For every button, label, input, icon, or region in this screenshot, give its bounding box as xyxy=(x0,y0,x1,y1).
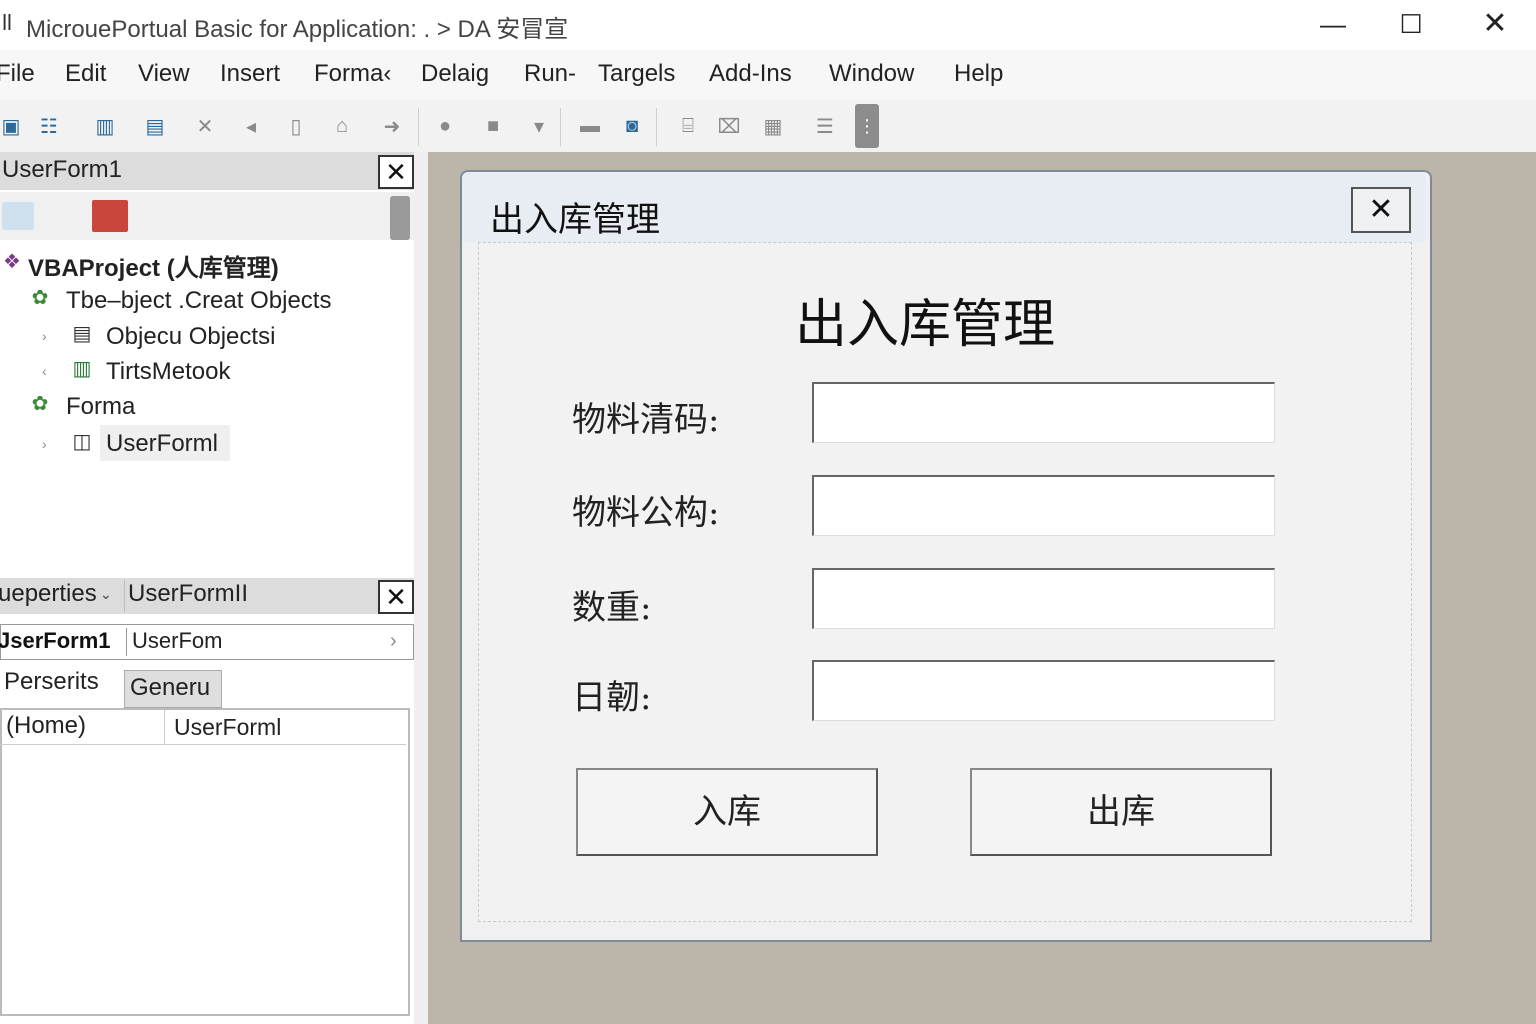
property-name: (Home) xyxy=(6,712,87,739)
vba-app-icon[interactable]: ıll xyxy=(0,10,12,36)
menu-help[interactable]: Help xyxy=(954,60,1003,88)
window-title: MicrouePortual Basic for Application: . … xyxy=(26,16,569,43)
reset-icon[interactable]: ▾ xyxy=(524,112,554,140)
menu-edit[interactable]: Edit xyxy=(65,60,106,88)
menu-format[interactable]: Forma‹ xyxy=(314,60,391,88)
sheet-icon: ▤ xyxy=(72,323,92,345)
date-label: 日韌: xyxy=(572,678,652,718)
properties-grid xyxy=(0,708,410,1016)
tree-node-userform[interactable]: UserForml xyxy=(106,430,218,458)
menu-view[interactable]: View xyxy=(138,60,190,88)
material-code-label: 物料清码: xyxy=(572,400,720,440)
forms-folder-icon: ✿ xyxy=(31,393,49,415)
insert-userform-icon[interactable]: ☷ xyxy=(34,112,64,140)
properties-title: ueperties xyxy=(0,580,97,607)
form-heading: 出入库管理 xyxy=(794,296,1055,354)
properties-icon[interactable]: ⌸ xyxy=(673,112,703,140)
toolbox-icon[interactable]: ▦ xyxy=(758,112,788,140)
expand-arrow-icon[interactable]: › xyxy=(42,328,47,344)
align-icon[interactable]: ☰ xyxy=(810,112,840,140)
project-explorer-toolbar xyxy=(0,192,414,240)
tree-node-forms-folder[interactable]: Forma xyxy=(66,393,135,421)
menu-debug[interactable]: Delaig xyxy=(421,60,489,88)
object-selector-type: UserFom xyxy=(132,628,223,653)
menu-tools[interactable]: Targels xyxy=(598,60,675,88)
menu-window[interactable]: Window xyxy=(829,60,914,88)
object-selector-name: JserForm1 xyxy=(0,628,111,653)
property-value[interactable]: UserForml xyxy=(174,714,281,741)
vba-project-icon: ❖ xyxy=(3,251,21,273)
toolbar-separator xyxy=(560,108,561,146)
tree-node-sheet[interactable]: Objecu Objectsi xyxy=(106,323,275,351)
properties-close-button[interactable]: ✕ xyxy=(378,580,414,614)
undo-icon[interactable]: ◂ xyxy=(236,112,266,140)
paste-icon[interactable]: ⌂ xyxy=(327,112,357,140)
toolbar-separator xyxy=(656,108,657,146)
design-mode-icon[interactable]: ▬ xyxy=(575,112,605,140)
copy-icon[interactable]: ▯ xyxy=(281,112,311,140)
stock-in-button[interactable]: 入库 xyxy=(576,768,878,856)
menu-addins[interactable]: Add-Ins xyxy=(709,60,792,88)
break-icon[interactable]: ■ xyxy=(478,112,508,140)
material-code-input[interactable] xyxy=(812,382,1275,443)
toolbar-separator xyxy=(418,108,419,146)
project-explorer-title: UserForm1 xyxy=(2,156,123,183)
view-excel-icon[interactable]: ▣ xyxy=(0,112,26,140)
tree-root-vbaproject[interactable]: VBAProject (人库管理) xyxy=(28,248,279,283)
quantity-input[interactable] xyxy=(812,568,1275,629)
chevron-down-icon[interactable]: ⌄ xyxy=(100,586,112,603)
maximize-button[interactable]: ☐ xyxy=(1371,4,1451,44)
workbook-icon: ▥ xyxy=(72,358,92,380)
header-divider xyxy=(124,580,125,612)
tab-categorized-label: Generu xyxy=(130,674,211,701)
userform-close-button[interactable]: ✕ xyxy=(1351,187,1411,233)
tab-alphabetic[interactable]: Perserits xyxy=(4,668,99,696)
userform-window-title: 出入库管理 xyxy=(490,201,660,239)
menu-file[interactable]: File xyxy=(0,60,35,88)
redo-icon[interactable]: ➜ xyxy=(377,112,407,140)
view-object-icon[interactable] xyxy=(92,200,128,232)
project-explorer-icon[interactable]: ◙ xyxy=(617,112,647,140)
folder-icon: ✿ xyxy=(31,287,49,309)
date-input[interactable] xyxy=(812,660,1275,721)
quantity-label: 数重: xyxy=(572,588,652,628)
save-icon[interactable]: ▥ xyxy=(90,112,120,140)
workspace-splitter[interactable] xyxy=(414,152,428,1024)
menu-run[interactable]: Run- xyxy=(524,60,576,88)
expand-arrow-icon[interactable]: › xyxy=(42,436,47,452)
material-spec-input[interactable] xyxy=(812,475,1275,536)
menu-insert[interactable]: Insert xyxy=(220,60,280,88)
properties-form-name: UserFormII xyxy=(128,580,248,607)
property-column-divider xyxy=(164,710,165,744)
project-toolbar-grip[interactable] xyxy=(390,196,410,240)
material-spec-label: 物料公构: xyxy=(572,493,720,533)
minimize-button[interactable]: — xyxy=(1293,4,1373,44)
cut-icon[interactable]: ✕ xyxy=(190,112,220,140)
tree-node-objects-folder[interactable]: Tbe–bject .Creat Objects xyxy=(66,287,331,315)
project-explorer-close-button[interactable]: ✕ xyxy=(378,155,414,189)
run-icon[interactable]: ● xyxy=(430,112,460,140)
save-as-icon[interactable]: ▤ xyxy=(140,112,170,140)
userform-icon: ◫ xyxy=(72,431,92,453)
collapse-arrow-icon[interactable]: ‹ xyxy=(42,363,47,379)
stock-out-button[interactable]: 出库 xyxy=(970,768,1272,856)
view-code-icon[interactable] xyxy=(2,202,34,230)
chevron-right-icon[interactable]: › xyxy=(390,630,397,653)
toolbar-grip[interactable]: ⋮ xyxy=(855,104,879,148)
close-window-button[interactable]: ✕ xyxy=(1455,4,1535,44)
object-selector-divider xyxy=(126,628,127,656)
object-browser-icon[interactable]: ⌧ xyxy=(714,112,744,140)
tree-node-thisworkbook[interactable]: TirtsMetook xyxy=(106,358,230,386)
